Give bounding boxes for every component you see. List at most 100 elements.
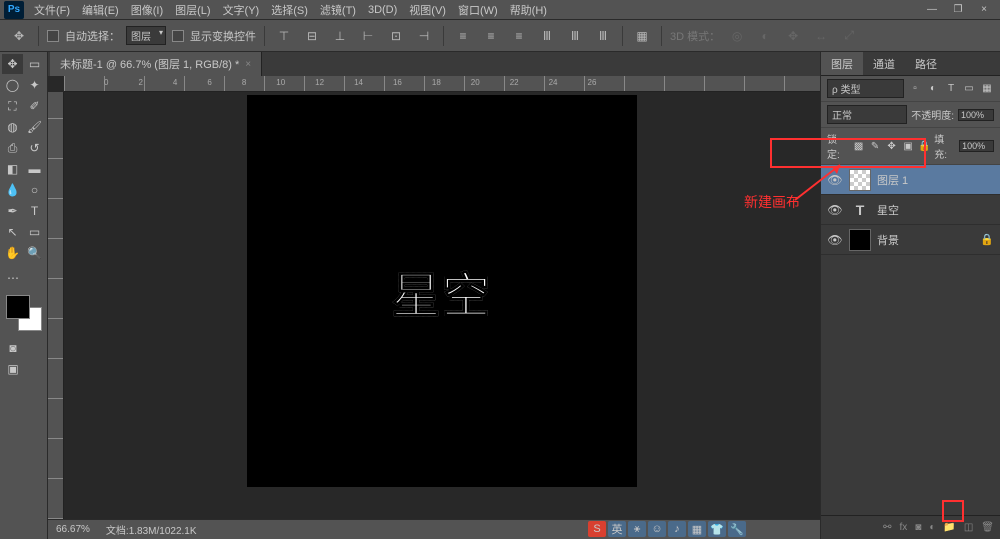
tray-icon-4[interactable]: ▦ xyxy=(688,521,706,537)
dist-bottom-icon[interactable]: ≡ xyxy=(508,25,530,47)
path-tool[interactable]: ↖ xyxy=(2,222,23,242)
zoom-tool[interactable]: 🔍 xyxy=(24,243,45,263)
layer-name[interactable]: 图层 1 xyxy=(877,172,994,188)
tab-paths[interactable]: 路径 xyxy=(905,52,947,75)
menu-layer[interactable]: 图层(L) xyxy=(169,0,216,20)
minimize-button[interactable]: — xyxy=(920,2,944,18)
eyedropper-tool[interactable]: ✐ xyxy=(24,96,45,116)
pen-tool[interactable]: ✒ xyxy=(2,201,23,221)
tray-icon-6[interactable]: 🔧 xyxy=(728,521,746,537)
crop-tool[interactable]: ⛶ xyxy=(2,96,23,116)
filter-smart-icon[interactable]: ▦ xyxy=(980,82,994,96)
ime-icon[interactable]: S xyxy=(588,521,606,537)
auto-select-checkbox[interactable] xyxy=(47,30,59,42)
filter-image-icon[interactable]: ▫ xyxy=(908,82,922,96)
show-transform-checkbox[interactable] xyxy=(172,30,184,42)
adjustment-layer-icon[interactable]: ◐ xyxy=(929,522,935,533)
canvas-text-layer[interactable]: 星空 xyxy=(392,256,492,326)
ruler-horizontal[interactable]: 02468101214161820222426 xyxy=(64,76,820,92)
heal-tool[interactable]: ◍ xyxy=(2,117,23,137)
ruler-vertical[interactable] xyxy=(48,92,64,519)
maximize-button[interactable]: ❐ xyxy=(946,2,970,18)
quickmask-tool[interactable]: ◙ xyxy=(2,338,24,358)
filter-adjust-icon[interactable]: ◐ xyxy=(926,82,940,96)
opacity-slider[interactable]: 100% xyxy=(958,109,994,121)
shape-tool[interactable]: ▭ xyxy=(24,222,45,242)
menu-view[interactable]: 视图(V) xyxy=(403,0,452,20)
align-vcenter-icon[interactable]: ⊟ xyxy=(301,25,323,47)
link-layers-icon[interactable]: ⚯ xyxy=(883,522,891,533)
visibility-icon[interactable]: 👁 xyxy=(827,203,843,217)
dodge-tool[interactable]: ○ xyxy=(24,180,45,200)
dist-left-icon[interactable]: Ⅲ xyxy=(536,25,558,47)
menu-file[interactable]: 文件(F) xyxy=(28,0,76,20)
color-swatch[interactable] xyxy=(6,295,42,331)
lock-transparency-icon[interactable]: ▩ xyxy=(852,139,865,153)
menu-type[interactable]: 文字(Y) xyxy=(217,0,266,20)
marquee-tool[interactable]: ▭ xyxy=(24,54,45,74)
foreground-color[interactable] xyxy=(6,295,30,319)
lasso-tool[interactable]: ◯ xyxy=(2,75,23,95)
auto-select-dropdown[interactable]: 图层 xyxy=(126,26,166,45)
tab-layers[interactable]: 图层 xyxy=(821,52,863,75)
align-left-icon[interactable]: ⊢ xyxy=(357,25,379,47)
type-tool[interactable]: T xyxy=(24,201,45,221)
canvas-viewport[interactable]: 星空 xyxy=(64,92,820,519)
move-tool[interactable]: ✥ xyxy=(2,54,23,74)
delete-layer-icon[interactable]: 🗑 xyxy=(981,522,994,533)
stamp-tool[interactable]: ⎙ xyxy=(2,138,23,158)
tray-icon-1[interactable]: ⚹ xyxy=(628,521,646,537)
align-right-icon[interactable]: ⊣ xyxy=(413,25,435,47)
lock-all-icon[interactable]: 🔒 xyxy=(918,139,931,153)
close-button[interactable]: × xyxy=(972,2,996,18)
lock-position-icon[interactable]: ✥ xyxy=(885,139,898,153)
layer-thumbnail[interactable]: T xyxy=(849,199,871,221)
tray-icon-2[interactable]: ☺ xyxy=(648,521,666,537)
layer-row[interactable]: 👁 图层 1 xyxy=(821,165,1000,195)
filter-type-icon[interactable]: T xyxy=(944,82,958,96)
ime-lang[interactable]: 英 xyxy=(608,521,626,537)
dist-vcenter-icon[interactable]: ≡ xyxy=(480,25,502,47)
move-tool-icon[interactable]: ✥ xyxy=(8,25,30,47)
dist-top-icon[interactable]: ≡ xyxy=(452,25,474,47)
layer-row[interactable]: 👁背景🔒 xyxy=(821,225,1000,255)
tray-icon-5[interactable]: 👕 xyxy=(708,521,726,537)
gradient-tool[interactable]: ▬ xyxy=(24,159,45,179)
new-layer-icon[interactable]: ◫ xyxy=(964,522,973,533)
menu-3d[interactable]: 3D(D) xyxy=(362,2,403,18)
align-hcenter-icon[interactable]: ⊡ xyxy=(385,25,407,47)
screenmode-tool[interactable]: ▣ xyxy=(2,359,24,379)
menu-window[interactable]: 窗口(W) xyxy=(452,0,504,20)
dist-right-icon[interactable]: Ⅲ xyxy=(592,25,614,47)
menu-select[interactable]: 选择(S) xyxy=(265,0,314,20)
layer-name[interactable]: 星空 xyxy=(877,202,994,218)
auto-align-icon[interactable]: ▦ xyxy=(631,25,653,47)
layer-name[interactable]: 背景 xyxy=(877,232,974,248)
layer-thumbnail[interactable] xyxy=(849,229,871,251)
layer-fx-icon[interactable]: fx xyxy=(900,522,908,533)
menu-help[interactable]: 帮助(H) xyxy=(504,0,553,20)
history-brush-tool[interactable]: ↺ xyxy=(24,138,45,158)
blend-mode-dropdown[interactable]: 正常 xyxy=(827,105,907,124)
zoom-level[interactable]: 66.67% xyxy=(56,524,90,535)
lock-artboard-icon[interactable]: ▣ xyxy=(901,139,914,153)
layer-group-icon[interactable]: 📁 xyxy=(943,522,955,533)
visibility-icon[interactable]: 👁 xyxy=(827,233,843,247)
layer-row[interactable]: 👁 T 星空 xyxy=(821,195,1000,225)
visibility-icon[interactable]: 👁 xyxy=(827,173,843,187)
lock-pixels-icon[interactable]: ✎ xyxy=(868,139,881,153)
blur-tool[interactable]: 💧 xyxy=(2,180,23,200)
menu-filter[interactable]: 滤镜(T) xyxy=(314,0,362,20)
canvas[interactable]: 星空 xyxy=(247,95,637,487)
close-tab-icon[interactable]: × xyxy=(245,59,251,70)
dist-hcenter-icon[interactable]: Ⅲ xyxy=(564,25,586,47)
document-tab[interactable]: 未标题-1 @ 66.7% (图层 1, RGB/8) * × xyxy=(50,52,262,76)
align-bottom-icon[interactable]: ⊥ xyxy=(329,25,351,47)
align-top-icon[interactable]: ⊤ xyxy=(273,25,295,47)
eraser-tool[interactable]: ◧ xyxy=(2,159,23,179)
more-tools[interactable]: ⋯ xyxy=(2,268,24,288)
tray-icon-3[interactable]: ♪ xyxy=(668,521,686,537)
hand-tool[interactable]: ✋ xyxy=(2,243,23,263)
brush-tool[interactable]: 🖌 xyxy=(24,117,45,137)
wand-tool[interactable]: ✦ xyxy=(24,75,45,95)
